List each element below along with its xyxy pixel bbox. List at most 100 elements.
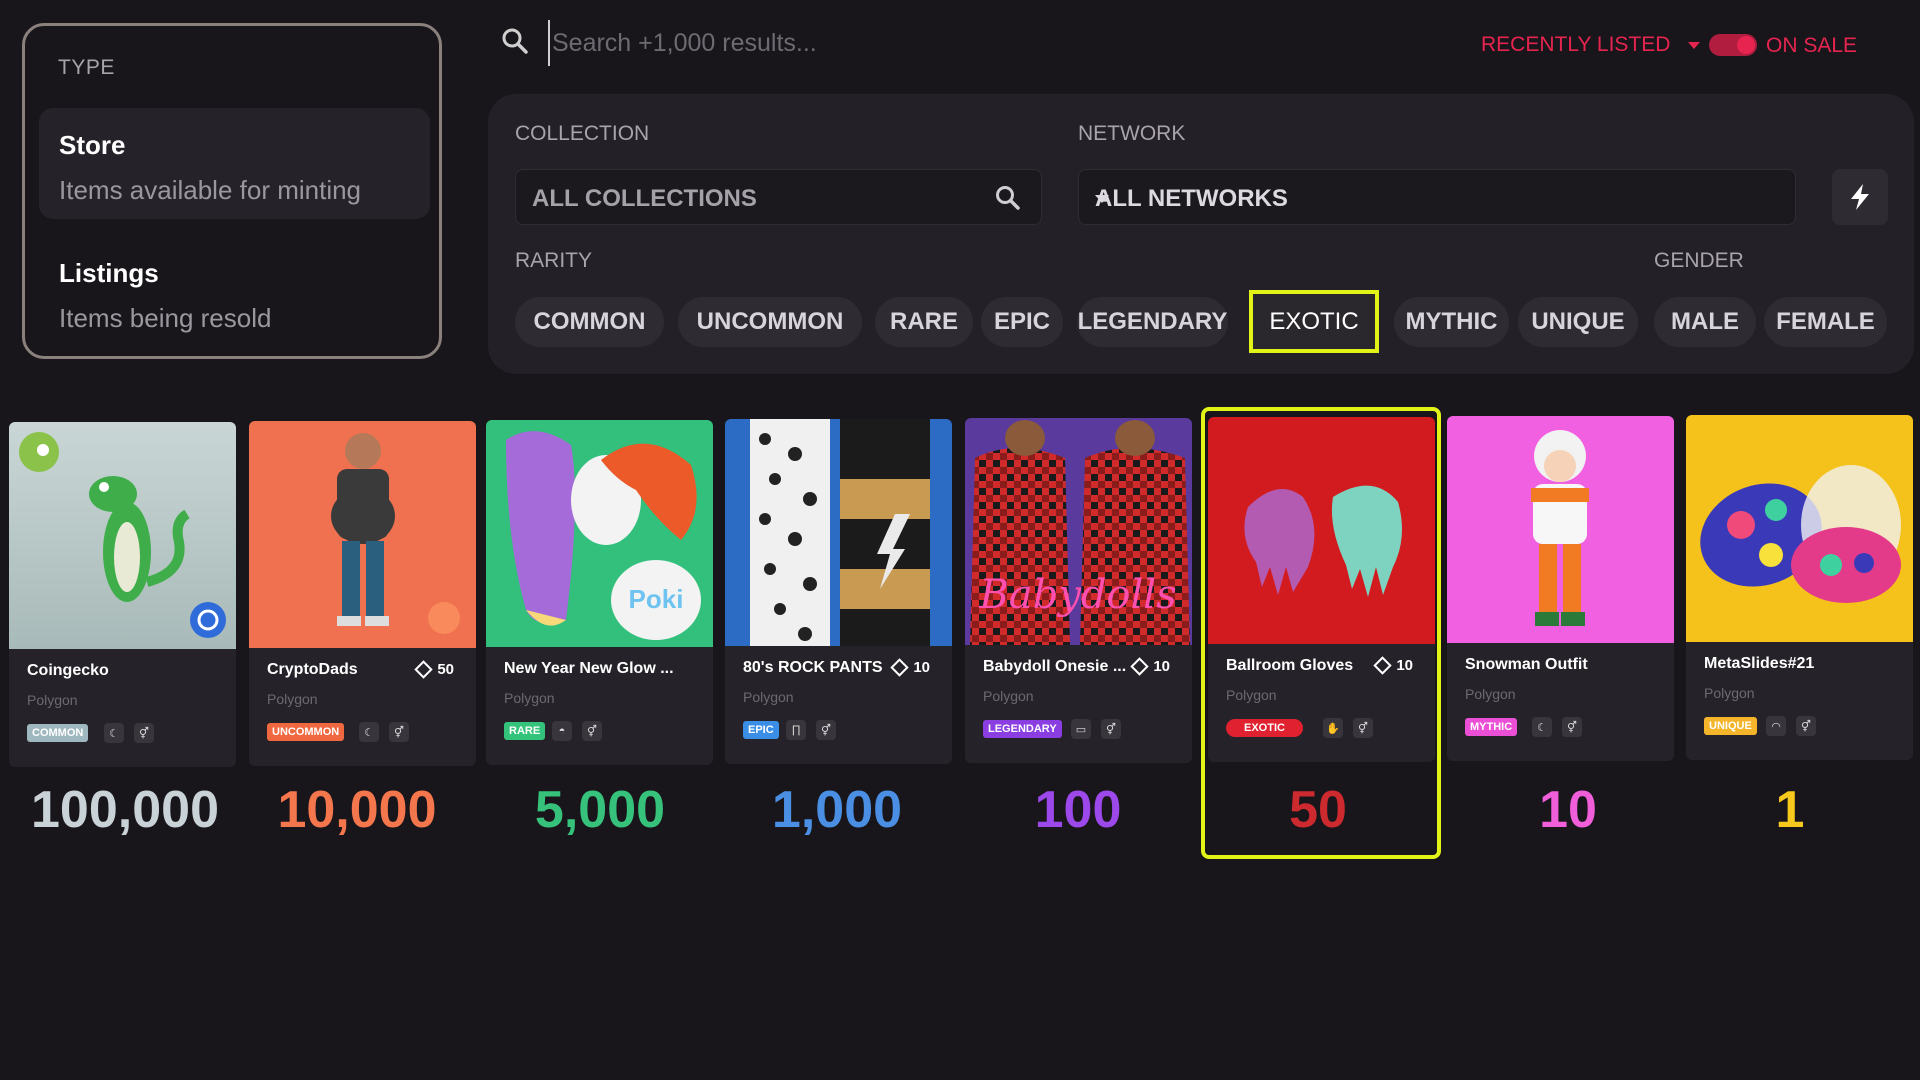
rarity-badge: MYTHIC (1465, 718, 1518, 736)
collection-value: ALL COLLECTIONS (532, 185, 757, 212)
stock-count: 10 (913, 659, 930, 676)
search-icon (996, 186, 1020, 210)
network-value: ALL NETWORKS (1095, 185, 1288, 212)
filter-panel: COLLECTION NETWORK ALL COLLECTIONS ALL N… (488, 94, 1914, 374)
rarity-badge: UNCOMMON (267, 723, 345, 741)
item-stock: 10 (1130, 657, 1170, 676)
supply-amount: 100 (1034, 781, 1122, 839)
item-thumbnail (725, 419, 952, 646)
collection-label: COLLECTION (515, 122, 650, 145)
rarity-badge: LEGENDARY (983, 720, 1062, 738)
diamond-icon (1130, 657, 1150, 676)
gender-icon: ⚥ (1796, 716, 1816, 736)
item-network: Polygon (504, 690, 555, 706)
network-label: NETWORK (1078, 122, 1186, 145)
item-card[interactable]: Coingecko Polygon COMMON ☾ ⚥ (9, 422, 236, 767)
item-network: Polygon (983, 688, 1034, 704)
item-thumbnail (9, 422, 236, 649)
on-sale-label: ON SALE (1766, 34, 1858, 57)
rarity-label: RARITY (515, 249, 593, 272)
type-option-subtitle: Items available for minting (59, 175, 362, 205)
stock-count: 50 (437, 661, 454, 678)
type-option-store[interactable]: Store Items available for minting (39, 108, 430, 219)
rarity-pill-unique[interactable]: UNIQUE (1518, 297, 1638, 347)
item-card[interactable]: CryptoDads 50 Polygon UNCOMMON ☾ ⚥ (249, 421, 476, 766)
item-name: CryptoDads (267, 661, 358, 678)
item-card[interactable]: MetaSlides#21 Polygon UNIQUE ◠ ⚥ (1686, 415, 1913, 760)
item-thumbnail: Babydolls (965, 418, 1192, 645)
supply-amount: 50 (1289, 781, 1347, 839)
item-card[interactable]: 80's ROCK PANTS 10 Polygon EPIC ∏ ⚥ (725, 419, 952, 764)
item-card[interactable]: Poki New Year New Glow ... Polygon RARE … (486, 420, 713, 765)
rarity-pill-common[interactable]: COMMON (515, 297, 664, 347)
diamond-icon (414, 660, 434, 679)
gender-icon: ⚥ (582, 721, 602, 741)
item-network: Polygon (27, 692, 78, 708)
stock-count: 10 (1153, 658, 1170, 675)
item-card[interactable]: Snowman Outfit Polygon MYTHIC ☾ ⚥ (1447, 416, 1674, 761)
item-network: Polygon (743, 689, 794, 705)
rarity-pill-exotic[interactable]: EXOTIC (1249, 290, 1379, 353)
supply-amount: 100,000 (31, 781, 219, 839)
rarity-badge: COMMON (27, 724, 89, 742)
supply-amount: 1,000 (771, 781, 903, 839)
pants-icon: ∏ (786, 720, 806, 740)
rarity-pill-uncommon[interactable]: UNCOMMON (678, 297, 862, 347)
supply-amount: 1 (1775, 781, 1805, 839)
hair-icon: ◓ (552, 721, 572, 741)
rarity-pill-mythic[interactable]: MYTHIC (1394, 297, 1509, 347)
collection-search-field[interactable]: ALL COLLECTIONS (515, 169, 1042, 225)
supply-amount: 10,000 (277, 781, 437, 839)
rarity-pill-epic[interactable]: EPIC (981, 297, 1063, 347)
toggle-knob (1737, 36, 1755, 54)
type-heading: TYPE (58, 56, 115, 79)
item-network: Polygon (1465, 686, 1516, 702)
item-name: Snowman Outfit (1465, 656, 1588, 673)
on-sale-toggle[interactable] (1709, 34, 1757, 56)
sort-label: RECENTLY LISTED (1481, 33, 1671, 56)
rarity-badge: UNIQUE (1704, 717, 1757, 735)
moon-icon: ☾ (359, 722, 379, 742)
gender-icon: ⚥ (1562, 717, 1582, 737)
gender-icon: ⚥ (1101, 719, 1121, 739)
gender-icon: ⚥ (816, 720, 836, 740)
item-network: Polygon (1704, 685, 1755, 701)
item-name: New Year New Glow ... (504, 660, 674, 677)
rarity-pill-legendary[interactable]: LEGENDARY (1077, 297, 1228, 347)
gender-label: GENDER (1654, 249, 1744, 272)
item-network: Polygon (267, 691, 318, 707)
chevron-down-icon (1688, 41, 1701, 49)
rarity-pill-rare[interactable]: RARE (875, 297, 973, 347)
chevron-down-icon (1095, 195, 1109, 203)
gender-pill-female[interactable]: FEMALE (1764, 297, 1887, 347)
lightning-icon (1851, 184, 1869, 210)
item-stock: 50 (414, 660, 454, 679)
type-option-listings[interactable]: Listings Items being resold (39, 236, 430, 347)
svg-text:Poki: Poki (629, 584, 684, 614)
shoe-icon: ◠ (1766, 716, 1786, 736)
supply-amount: 5,000 (534, 781, 666, 839)
svg-text:Babydolls: Babydolls (978, 572, 1176, 618)
item-thumbnail: Poki (486, 420, 713, 647)
item-thumbnail (1686, 415, 1913, 642)
lightning-button[interactable] (1832, 169, 1888, 225)
rarity-badge: EPIC (743, 721, 779, 739)
outfit-icon: ▭ (1071, 719, 1091, 739)
type-option-title: Listings (59, 258, 159, 288)
sort-dropdown[interactable]: RECENTLY LISTED (1481, 33, 1701, 57)
search-icon (502, 28, 528, 54)
network-dropdown[interactable]: ALL NETWORKS (1078, 169, 1796, 225)
search-input[interactable] (548, 20, 1174, 66)
gender-pill-male[interactable]: MALE (1654, 297, 1756, 347)
item-thumbnail (1447, 416, 1674, 643)
diamond-icon (890, 658, 910, 677)
supply-amount: 10 (1539, 781, 1597, 839)
item-name: MetaSlides#21 (1704, 655, 1815, 672)
type-option-subtitle: Items being resold (59, 303, 272, 333)
moon-icon: ☾ (1532, 717, 1552, 737)
gender-icon: ⚥ (134, 723, 154, 743)
item-card[interactable]: Babydolls Babydoll Onesie ... 10 Polygon… (965, 418, 1192, 763)
item-thumbnail (249, 421, 476, 648)
moon-icon: ☾ (104, 723, 124, 743)
type-option-title: Store (59, 130, 126, 160)
